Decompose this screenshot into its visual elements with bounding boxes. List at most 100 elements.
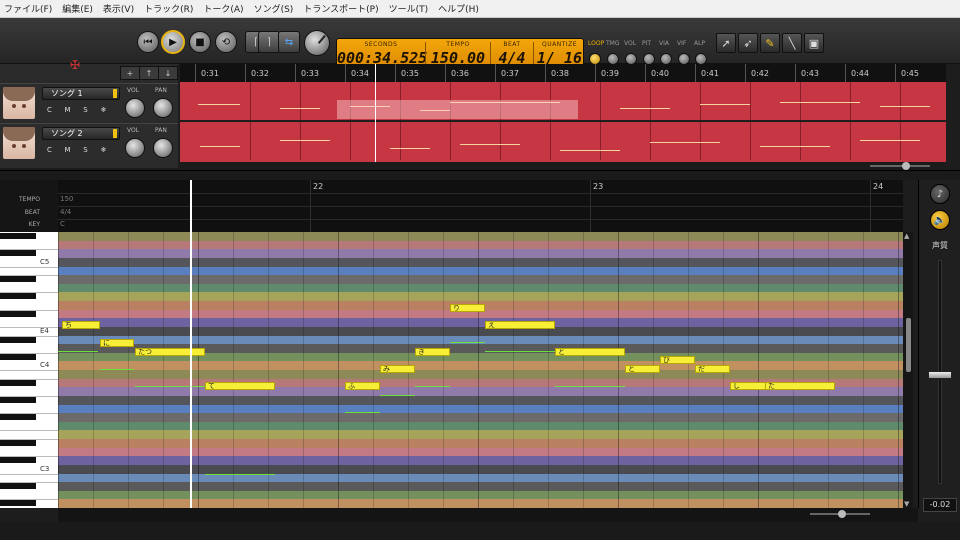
pitch-curve[interactable]: [345, 412, 380, 413]
pencil-tool[interactable]: ✎: [760, 33, 780, 53]
select-tool[interactable]: ➚: [716, 33, 736, 53]
note[interactable]: て: [205, 382, 275, 390]
mute-button[interactable]: M: [60, 144, 75, 156]
solo-button[interactable]: S: [78, 104, 93, 116]
note[interactable]: と: [555, 348, 625, 356]
parameter-value[interactable]: -0.02: [923, 498, 957, 512]
black-key[interactable]: [0, 233, 36, 239]
black-key[interactable]: [0, 353, 36, 360]
pitch-curve[interactable]: [555, 386, 625, 387]
select-range-tool[interactable]: ➶: [738, 33, 758, 53]
black-key[interactable]: [0, 379, 36, 386]
track-c-button[interactable]: C: [42, 144, 57, 156]
add-track-button[interactable]: +: [120, 66, 140, 80]
note[interactable]: り: [450, 304, 485, 312]
black-key[interactable]: [0, 396, 36, 403]
menu-tools[interactable]: ツール(T): [389, 2, 429, 15]
stop-button[interactable]: ■: [189, 31, 211, 53]
note[interactable]: え: [485, 321, 555, 329]
track-c-button[interactable]: C: [42, 104, 57, 116]
rewind-button[interactable]: ⏮: [137, 31, 159, 53]
note[interactable]: たつ: [135, 348, 205, 356]
scroll-up-icon[interactable]: ▲: [904, 232, 909, 240]
pitch-curve[interactable]: [450, 342, 485, 343]
note[interactable]: び: [660, 356, 695, 364]
marker-right-button[interactable]: ⌉: [258, 31, 280, 53]
playhead-marker[interactable]: [375, 64, 376, 162]
beat-row-value[interactable]: 4/4: [60, 208, 71, 216]
loop-button[interactable]: ⟲: [215, 31, 237, 53]
pitch-curve[interactable]: [485, 351, 555, 352]
follow-button[interactable]: ⇆: [278, 31, 300, 53]
note[interactable]: ち: [62, 321, 100, 329]
menu-transport[interactable]: トランスポート(P): [303, 2, 378, 15]
note[interactable]: と: [625, 365, 660, 373]
track-name[interactable]: ソング 2: [42, 127, 120, 140]
volume-knob[interactable]: [125, 98, 145, 118]
pitch-curve[interactable]: [415, 386, 450, 387]
pitch-curve[interactable]: [58, 351, 98, 352]
tempo-row-value[interactable]: 150: [60, 195, 73, 203]
menu-help[interactable]: ヘルプ(H): [438, 2, 479, 15]
black-key[interactable]: [0, 293, 36, 300]
freeze-button[interactable]: ❄: [96, 104, 111, 116]
black-key[interactable]: [0, 276, 36, 283]
piano-roll-hscrollbar[interactable]: [58, 508, 918, 522]
piano-roll-zoom-handle[interactable]: [838, 510, 846, 518]
note[interactable]: き: [415, 348, 450, 356]
pan-knob[interactable]: [153, 138, 173, 158]
note[interactable]: に: [100, 339, 134, 347]
freeze-button[interactable]: ❄: [96, 144, 111, 156]
track-lane-2[interactable]: [180, 122, 946, 162]
move-track-up-button[interactable]: ↑: [139, 66, 159, 80]
pitch-curve[interactable]: [100, 369, 134, 370]
track-zoom-handle[interactable]: [902, 162, 910, 170]
menu-song[interactable]: ソング(S): [254, 2, 294, 15]
note[interactable]: ふ: [345, 382, 380, 390]
pan-knob[interactable]: [153, 98, 173, 118]
menu-track[interactable]: トラック(R): [144, 2, 193, 15]
parameter-slider-handle[interactable]: [928, 371, 952, 379]
scroll-down-icon[interactable]: ▼: [904, 500, 909, 508]
note[interactable]: た: [765, 382, 835, 390]
key-row-value[interactable]: C: [60, 220, 65, 228]
selection-region[interactable]: [337, 100, 578, 119]
track-header-2[interactable]: ソング 2 C M S ❄ VOL PAN: [0, 123, 178, 161]
black-key[interactable]: [0, 310, 36, 317]
line-tool[interactable]: ╲: [782, 33, 802, 53]
black-key[interactable]: [0, 250, 36, 257]
black-key[interactable]: [0, 483, 36, 490]
note[interactable]: み: [380, 365, 415, 373]
menu-talk[interactable]: トーク(A): [203, 2, 243, 15]
time-ruler[interactable]: 0:31 0:32 0:33 0:34 0:35 0:36 0:37 0:38 …: [180, 64, 946, 82]
black-key[interactable]: [0, 336, 36, 343]
track-scrollbar[interactable]: [180, 162, 946, 170]
master-volume-knob[interactable]: [304, 30, 330, 56]
note[interactable]: だ: [695, 365, 730, 373]
track-header-1[interactable]: ソング 1 C M S ❄ VOL PAN: [0, 83, 178, 121]
info-rows[interactable]: 22 23 24 150 4/4 C: [58, 180, 903, 232]
piano-roll-grid[interactable]: ちにたつてふみきりえととびだした: [58, 232, 903, 508]
pitch-curve[interactable]: [380, 395, 415, 396]
vertical-scroll-thumb[interactable]: [906, 318, 911, 372]
menu-view[interactable]: 表示(V): [103, 2, 134, 15]
note-mode-button[interactable]: ♪: [930, 184, 950, 204]
track-name[interactable]: ソング 1: [42, 87, 120, 100]
pitch-curve[interactable]: [135, 386, 205, 387]
menu-file[interactable]: ファイル(F): [4, 2, 52, 15]
pitch-curve[interactable]: [205, 474, 275, 475]
play-button[interactable]: ▶: [161, 30, 185, 54]
mute-button[interactable]: M: [60, 104, 75, 116]
move-track-down-button[interactable]: ↓: [158, 66, 178, 80]
black-key[interactable]: [0, 457, 36, 464]
voice-mode-button[interactable]: 🔈: [930, 210, 950, 230]
menu-edit[interactable]: 編集(E): [62, 2, 93, 15]
playhead[interactable]: [190, 180, 192, 508]
window-tool[interactable]: ▣: [804, 33, 824, 53]
piano-keyboard[interactable]: C5 E4 C4 C3: [0, 232, 58, 508]
black-key[interactable]: [0, 414, 36, 421]
solo-button[interactable]: S: [78, 144, 93, 156]
volume-knob[interactable]: [125, 138, 145, 158]
black-key[interactable]: [0, 440, 36, 446]
black-key[interactable]: [0, 500, 36, 507]
